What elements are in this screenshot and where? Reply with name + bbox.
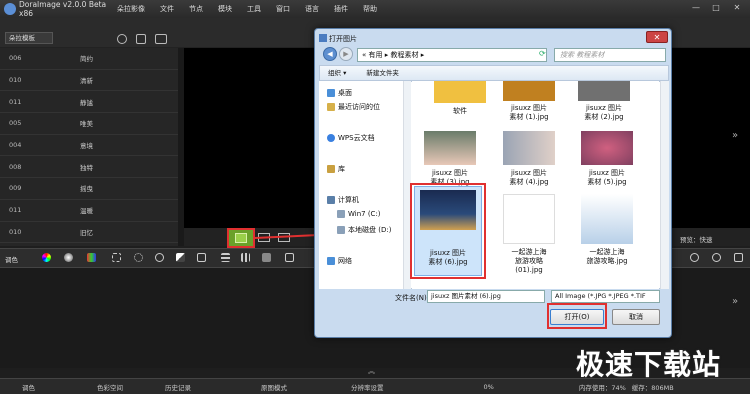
recent-icon — [327, 103, 335, 111]
cancel-button[interactable]: 取消 — [612, 309, 660, 325]
dialog-close-button[interactable]: ✕ — [646, 31, 668, 43]
nav-computer[interactable]: 计算机 — [327, 195, 359, 205]
open-image-dialog: 打开图片 ✕ ◀ ▶ « 有用 ▸ 教程素材 ▸ ⟳ 搜索 教程素材 组织 ▾ … — [314, 28, 672, 338]
file-folder-software[interactable]: 软件 — [425, 107, 495, 116]
image-thumbnail — [424, 131, 476, 165]
dialog-icon — [319, 34, 327, 42]
nav-network[interactable]: 网络 — [327, 256, 352, 266]
nav-wps-cloud[interactable]: WPS云文档 — [327, 133, 375, 143]
nav-drive-c[interactable]: Win7 (C:) — [337, 210, 381, 218]
network-icon — [327, 257, 335, 265]
search-input[interactable]: 搜索 教程素材 — [554, 48, 666, 62]
nav-library[interactable]: 库 — [327, 164, 345, 174]
cloud-icon — [327, 134, 335, 142]
refresh-icon[interactable]: ⟳ — [539, 49, 546, 58]
open-button-highlight — [547, 303, 607, 329]
nav-drive-d[interactable]: 本地磁盘 (D:) — [337, 225, 391, 235]
file-item[interactable]: jisuxz 图片 素材 (4).jpg — [494, 169, 564, 187]
desktop-icon — [327, 89, 335, 97]
new-folder-button[interactable]: 新建文件夹 — [366, 69, 399, 77]
organize-button[interactable]: 组织 ▾ — [328, 69, 346, 77]
image-thumbnail — [581, 131, 633, 165]
image-thumbnail — [578, 81, 630, 101]
dialog-title: 打开图片 — [329, 35, 357, 43]
file-item[interactable]: jisuxz 图片 素材 (2).jpg — [569, 104, 639, 122]
back-arrow-icon[interactable]: ◀ — [323, 47, 337, 61]
image-thumbnail — [503, 81, 555, 101]
nav-desktop[interactable]: 桌面 — [327, 88, 352, 98]
library-icon — [327, 165, 335, 173]
filename-label: 文件名(N): — [395, 294, 430, 302]
file-item[interactable]: jisuxz 图片 素材 (1).jpg — [494, 104, 564, 122]
image-thumbnail — [503, 131, 555, 165]
file-item[interactable]: 一起游上海 旅游攻略.jpg — [572, 248, 642, 266]
computer-icon — [327, 196, 335, 204]
image-thumbnail — [581, 194, 633, 244]
drive-icon — [337, 226, 345, 234]
dialog-command-bar: 组织 ▾ 新建文件夹 — [319, 65, 669, 81]
forward-arrow-icon[interactable]: ▶ — [339, 47, 353, 61]
selection-highlight — [410, 183, 486, 279]
file-item[interactable]: 一起游上海 旅游攻略 (01).jpg — [494, 248, 564, 275]
nav-recent[interactable]: 最近访问的位 — [327, 102, 380, 112]
filetype-select[interactable]: All Image (*.JPG *.JPEG *.TIF — [551, 290, 660, 303]
filename-input[interactable]: jisuxz 图片素材 (6).jpg — [427, 290, 545, 303]
drive-icon — [337, 210, 345, 218]
folder-thumbnail — [434, 81, 486, 103]
file-item[interactable]: jisuxz 图片 素材 (5).jpg — [572, 169, 642, 187]
file-scrollbar[interactable] — [660, 81, 669, 289]
watermark: 极速下载站 — [576, 348, 722, 381]
image-thumbnail — [503, 194, 555, 244]
address-bar[interactable]: « 有用 ▸ 教程素材 ▸ — [357, 48, 547, 62]
